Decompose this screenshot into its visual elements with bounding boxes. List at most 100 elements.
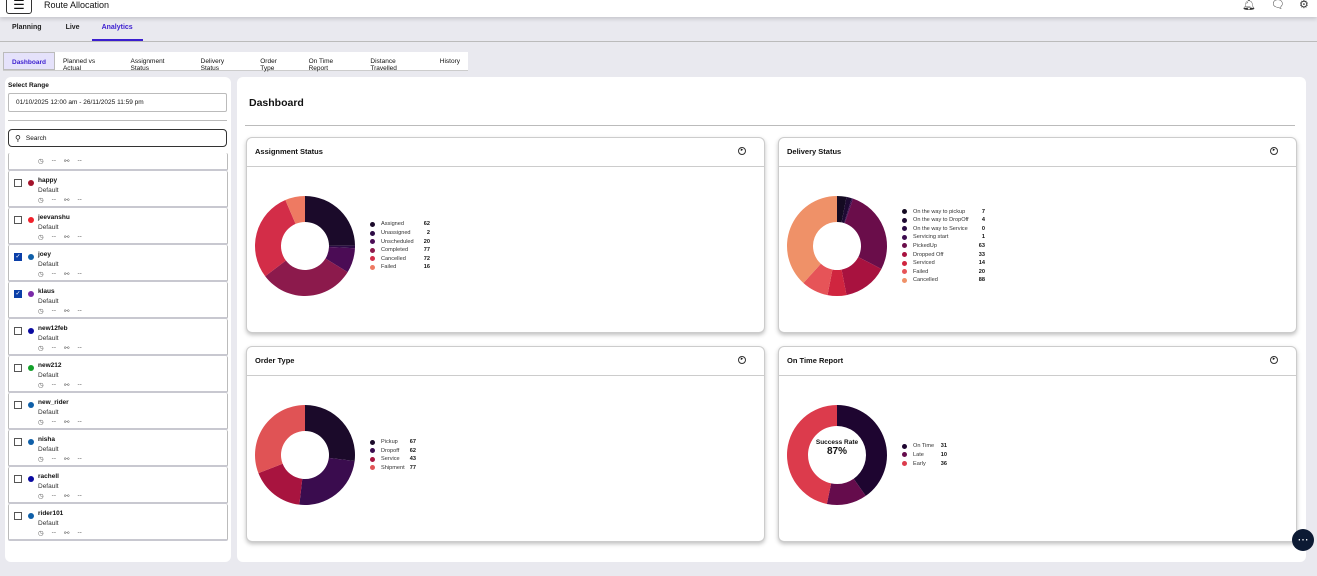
rider-checkbox[interactable] [14,364,22,372]
list-item[interactable]: rider101 Default ◷ -- ⚯ -- [8,504,228,541]
rider-group: Default [38,372,59,379]
rider-time: -- [51,529,57,536]
rider-checkbox[interactable] [14,327,22,335]
clock-icon: ◷ [38,271,44,278]
rider-meta: ◷ -- ⚯ -- [38,455,82,463]
rider-time: -- [51,307,57,314]
route-icon: ⚯ [64,271,70,278]
rider-checkbox[interactable] [14,438,22,446]
legend-item: Service 43 [370,455,416,464]
slice-pickedup[interactable] [844,198,887,270]
rider-checkbox[interactable] [14,475,22,483]
subtab-order-type[interactable]: Order Type [252,52,300,72]
tab-analytics[interactable]: Analytics [91,17,143,41]
clock-icon: ◷ [38,158,44,165]
apps-grid-button[interactable]: ⋯ [1292,529,1314,551]
subtab-history[interactable]: History [432,52,468,70]
legend-value: 63 [978,242,985,249]
tab-planning[interactable]: Planning [0,17,54,41]
rider-checkbox[interactable]: ✓ [14,253,22,261]
subtab-delivery-status[interactable]: Delivery Status [193,52,253,72]
slice-shipment[interactable] [255,405,305,474]
expand-icon[interactable]: ▸ [738,356,746,364]
expand-icon[interactable]: ▸ [1270,356,1278,364]
subtab-planned-vs-actual[interactable]: Planned vs Actual [55,52,123,72]
rider-time: -- [51,492,57,499]
search-placeholder: Search [25,134,47,142]
legend-label: Shipment [381,464,405,471]
legend-swatch [370,439,375,445]
tab-live[interactable]: Live [54,17,92,41]
divider [247,166,764,167]
expand-icon[interactable]: ▸ [738,147,746,155]
rider-name: nisha [38,436,55,443]
legend-label: Cancelled [913,277,938,284]
rider-color-dot [28,402,34,408]
top-bar: ☰ Route Allocation 🔔︎ 🗨︎ ⚙ [0,0,1317,17]
legend-value: 0 [981,225,985,232]
list-item[interactable]: jeevanshu Default ◷ -- ⚯ -- [8,208,228,245]
list-item[interactable]: ✓ joey Default ◷ -- ⚯ -- [8,245,228,282]
subtab-dashboard[interactable]: Dashboard [3,52,55,70]
rider-group: Default [38,409,59,416]
rider-group: Default [38,520,59,527]
rider-color-dot [28,328,34,334]
legend-label: Cancelled [381,255,406,262]
legend-label: Completed [381,247,409,254]
date-range-input[interactable]: 01/10/2025 12:00 am - 26/11/2025 11:59 p… [8,93,227,112]
expand-icon[interactable]: ▸ [1270,147,1278,155]
list-item[interactable]: ◷ -- ⚯ -- [8,153,228,171]
legend-item: Failed 16 [370,263,430,272]
legend-item: Failed 20 [902,267,985,276]
subtab-distance-travelled[interactable]: Distance Travelled [362,52,431,72]
sub-tabs: Dashboard Planned vs Actual Assignment Sta… [3,52,468,72]
legend-swatch [902,234,907,240]
rider-checkbox[interactable] [14,512,22,520]
gear-icon[interactable]: ⚙ [1299,0,1309,11]
divider [779,166,1296,167]
donut-chart [255,196,355,296]
rider-checkbox[interactable]: ✓ [14,290,22,298]
list-item[interactable]: ✓ klaus Default ◷ -- ⚯ -- [8,282,228,319]
legend-swatch [370,465,375,471]
rider-group: Default [38,298,59,305]
menu-icon[interactable]: ☰ [6,0,32,14]
legend-swatch [370,448,375,454]
subtab-assignment-status[interactable]: Assignment Status [123,52,193,72]
slice-dropoff[interactable] [299,457,355,505]
rider-checkbox[interactable] [14,216,22,224]
list-item[interactable]: new212 Default ◷ -- ⚯ -- [8,356,228,393]
legend-label: Dropoff [381,447,400,454]
legend-swatch [902,252,907,258]
list-item[interactable]: happy Default ◷ -- ⚯ -- [8,171,228,208]
list-item[interactable]: rachell Default ◷ -- ⚯ -- [8,467,228,504]
rider-name: new12feb [38,325,68,332]
rider-meta: ◷ -- ⚯ -- [38,233,82,241]
legend-label: Dropped Off [913,251,944,258]
list-item[interactable]: nisha Default ◷ -- ⚯ -- [8,430,228,467]
legend-label: On the way to pickup [913,208,966,215]
search-input[interactable]: ⚲ Search [8,129,227,147]
donut-center: Success Rate 87% [807,439,867,457]
rider-color-dot [28,476,34,482]
list-item[interactable]: new12feb Default ◷ -- ⚯ -- [8,319,228,356]
route-icon: ⚯ [64,345,70,352]
rider-route: -- [77,455,82,462]
bell-icon[interactable]: 🔔︎ [1242,0,1256,11]
rider-list[interactable]: ◷ -- ⚯ -- happy Default ◷ -- ⚯ -- jeevanshu Def… [8,153,228,553]
rider-panel: Select Range 01/10/2025 12:00 am - 26/11… [5,77,231,562]
slice-pickup[interactable] [305,405,355,461]
legend-value: 31 [940,443,947,450]
rider-meta: ◷ -- ⚯ -- [38,344,82,352]
slice-assigned[interactable] [305,196,355,246]
rider-meta: ◷ -- ⚯ -- [38,196,82,204]
chat-icon[interactable]: 🗨︎ [1271,0,1285,11]
rider-checkbox[interactable] [14,179,22,187]
subtab-on-time-report[interactable]: On Time Report [301,52,363,72]
list-item[interactable]: new_rider Default ◷ -- ⚯ -- [8,393,228,430]
rider-checkbox[interactable] [14,401,22,409]
chart-title: On Time Report [787,356,844,365]
legend-value: 2 [426,230,430,237]
legend-label: PickedUp [913,242,937,249]
rider-group: Default [38,224,59,231]
